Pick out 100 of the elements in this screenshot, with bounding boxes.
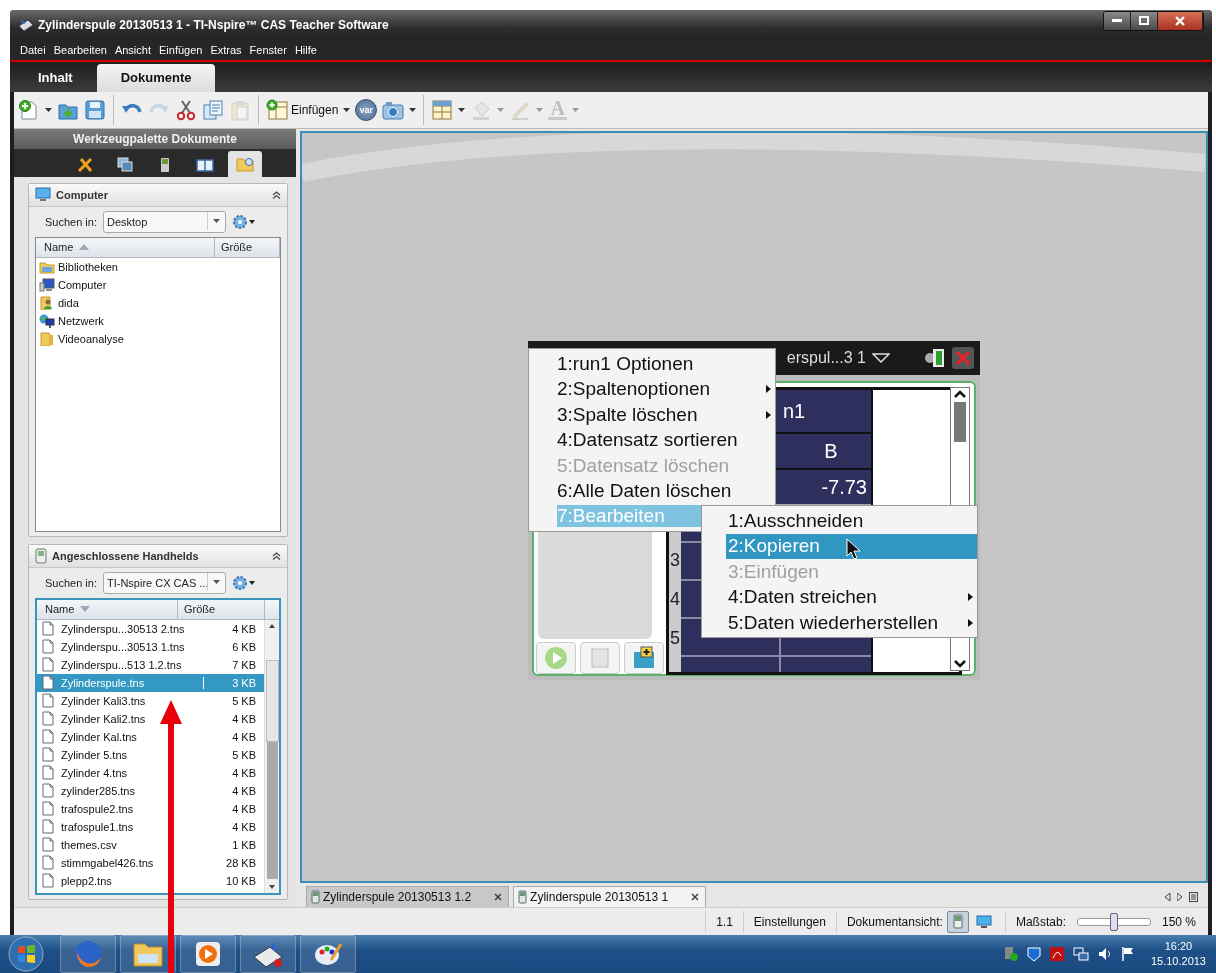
file-row[interactable]: Zylinder 4.tns 4 KB [37,763,264,782]
submenu-arrow-icon [968,618,973,627]
insert-button[interactable]: Einfügen [266,98,339,121]
file-row[interactable]: Computer [36,275,280,294]
settings-icon[interactable] [232,213,256,230]
folder-icon[interactable] [132,940,164,968]
dropdown-icon[interactable] [872,353,890,364]
caret-icon[interactable] [213,579,220,584]
library-folder-icon [39,259,55,274]
collapse-icon[interactable] [272,190,281,200]
workspace-tab[interactable]: Dokumente [96,63,216,92]
close-button[interactable] [1158,11,1203,30]
file-row[interactable]: plepp2.tns 10 KB [37,871,264,890]
settings-icon[interactable] [232,574,256,591]
menu-item[interactable]: Ansicht [110,43,155,56]
file-row[interactable]: themes.csv 1 KB [37,835,264,854]
menu-item[interactable]: Hilfe [290,43,321,56]
clock[interactable]: 16:20 15.10.2013 [1142,939,1212,969]
file-row[interactable]: zylinder285.tns 4 KB [37,781,264,800]
caret-icon[interactable] [458,107,466,112]
menu-item[interactable]: 4:Daten streichen [702,584,977,610]
page-sorter-icon[interactable] [117,156,133,173]
network-icon[interactable] [1072,946,1089,962]
file-row[interactable]: Bibliotheken [36,257,280,276]
insert-page-icon[interactable] [266,98,288,121]
workspace-tab[interactable]: Inhalt [14,63,97,92]
computer-icon [39,277,55,292]
menu-item[interactable]: 3:Spalte löschen [529,402,775,428]
tools-icon[interactable] [77,156,93,173]
settings-link[interactable]: Einstellungen [742,911,836,933]
column-header[interactable]: Größe [178,599,265,619]
flag-icon[interactable] [1120,946,1135,962]
column-header[interactable]: Größe [215,237,280,257]
scrollbar-thumb[interactable] [954,402,966,443]
submenu-arrow-icon [766,410,771,419]
caret-icon[interactable] [213,218,220,223]
menu-item[interactable]: 5:Daten wiederherstellen [702,609,977,636]
pdf-icon[interactable] [1048,946,1065,962]
minimize-button[interactable] [1104,11,1131,30]
security-icon[interactable] [1002,946,1019,962]
media-player-icon[interactable] [194,940,222,968]
file-row[interactable]: Zylinderspu...30513 2.tns 4 KB [37,619,264,638]
insert-button[interactable] [624,642,664,675]
caret-icon[interactable] [343,107,351,112]
file-row[interactable]: Zylinder Kal.tns 4 KB [37,727,264,746]
panel-header[interactable]: Computer [29,183,287,207]
shield-icon[interactable] [1026,946,1041,962]
file-row[interactable]: stimmgabel426.tns 28 KB [37,853,264,872]
file-row[interactable]: Zylinder Kali2.tns 4 KB [37,709,264,728]
caret-icon[interactable] [409,107,417,112]
save-icon [589,647,611,670]
scrollbar[interactable] [264,619,279,893]
play-button[interactable] [536,642,576,675]
column-header[interactable]: Name [37,599,178,619]
file-row[interactable]: Zylinderspu...513 1.2.tns 7 KB [37,655,264,674]
document-icon [41,765,55,781]
menu-item[interactable]: Bearbeiten [49,43,111,56]
menu-item[interactable]: 6:Alle Daten löschen [529,478,775,504]
row-number: 3 [670,550,680,572]
menu-item[interactable]: 1:Ausschneiden [702,508,977,534]
new-document-icon[interactable] [18,98,40,121]
location-dropdown[interactable]: Desktop [103,210,226,233]
file-row[interactable]: Zylinder Kali3.tns 5 KB [37,691,264,710]
menu-item[interactable]: Datei [16,43,50,56]
scroll-right-icon[interactable] [1177,893,1183,902]
file-row[interactable]: trafospule1.tns 4 KB [37,817,264,836]
menu-item[interactable]: Extras [206,43,246,56]
file-row[interactable]: Zylinder 5.tns 5 KB [37,745,264,764]
file-row[interactable]: Videoanalyse [36,329,280,348]
document-icon [41,693,55,709]
close-icon[interactable] [691,893,700,902]
file-row[interactable]: dida [36,293,280,312]
file-row[interactable]: Netzwerk [36,311,280,330]
panel-header[interactable]: Angeschlossene Handhelds [29,544,287,568]
palette-tab[interactable] [228,150,262,177]
menu-item[interactable]: Einfügen [155,43,207,56]
menu-item[interactable]: 4:Datensatz sortieren [529,427,775,453]
save-icon[interactable] [84,98,106,121]
menu-item[interactable]: Fenster [245,43,291,56]
handheld-icon [35,547,47,564]
file-row[interactable]: Zylinderspu...30513 1.tns 6 KB [37,637,264,656]
speaker-icon[interactable] [1096,946,1113,962]
document-icon [41,873,55,889]
close-icon[interactable] [494,893,503,902]
collapse-icon[interactable] [272,551,281,561]
scissors-icon[interactable] [175,98,197,121]
document-tab[interactable]: Zylinderspule 20130513 1.2 [306,886,510,908]
book-icon[interactable] [196,157,214,172]
document-tab[interactable]: Zylinderspule 20130513 1 [513,886,707,908]
scroll-left-icon[interactable] [1165,893,1171,902]
file-row[interactable]: trafospule2.tns 4 KB [37,799,264,818]
column-header[interactable]: Name [36,237,215,257]
maximize-button[interactable] [1131,11,1158,30]
location-dropdown[interactable]: TI-Nspire CX CAS ... [103,571,226,594]
menu-item[interactable]: 2:Spaltenoptionen [529,376,775,403]
caret-icon[interactable] [45,107,52,112]
handheld-icon[interactable] [160,156,170,173]
menu-item[interactable]: 1:run1 Optionen [529,351,775,377]
list-icon[interactable] [1189,892,1198,903]
handheld-view-button[interactable] [946,910,969,933]
